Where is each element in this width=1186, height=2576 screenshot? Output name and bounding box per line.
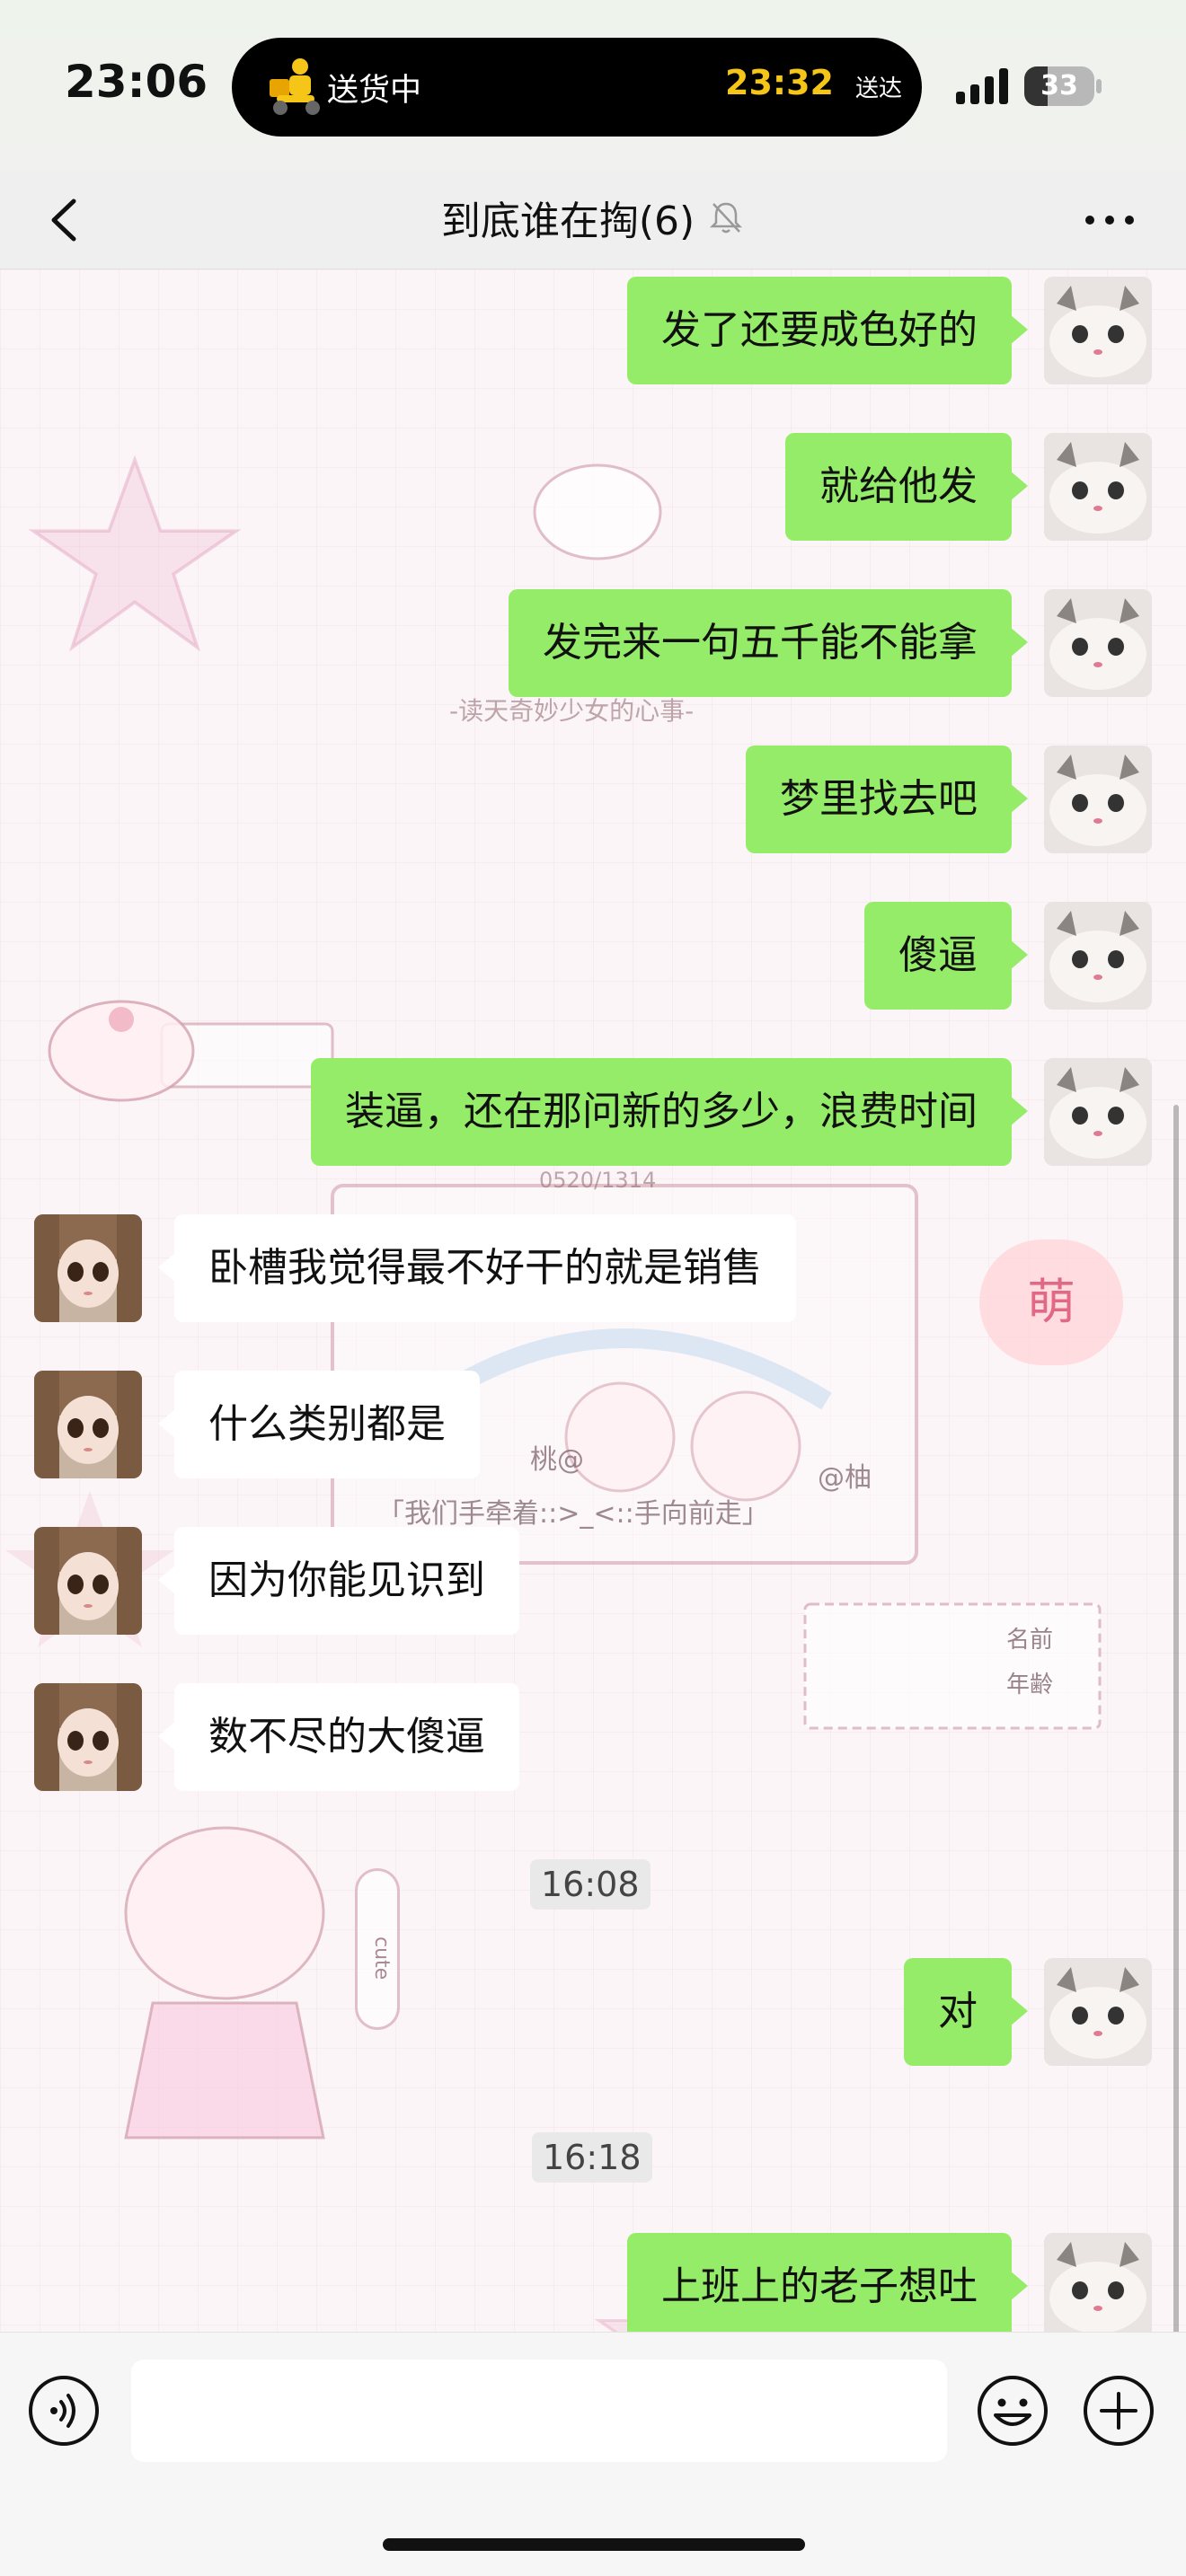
message-bubble-mine[interactable]: 傻逼	[864, 902, 1028, 1010]
chat-title: 到底谁在掏(6)	[440, 198, 695, 244]
star-decoration-icon	[28, 454, 242, 652]
contact-avatar[interactable]	[34, 1214, 142, 1322]
wallpaper-caption: 名前	[1006, 1627, 1054, 1654]
mute-bell-icon	[710, 202, 743, 234]
chat-scrollbar[interactable]	[1173, 1105, 1179, 2335]
my-avatar[interactable]	[1044, 1958, 1152, 2066]
plus-icon[interactable]	[1082, 2374, 1155, 2448]
message-bubble-mine[interactable]: 梦里找去吧	[746, 745, 1028, 853]
message-bubble-mine[interactable]: 就给他发	[785, 433, 1028, 541]
chat-header: 到底谁在掏(6)	[0, 171, 1186, 269]
home-indicator[interactable]	[383, 2538, 805, 2551]
delivery-live-activity[interactable]: 送货中 23:32 送达	[232, 38, 922, 137]
my-avatar[interactable]	[1044, 1058, 1152, 1166]
signal-icon	[956, 68, 1008, 104]
contact-avatar[interactable]	[34, 1371, 142, 1478]
message-timestamp: 16:08	[530, 1859, 651, 1910]
name-tag-sticker-icon	[803, 1602, 1102, 1730]
message-input[interactable]	[131, 2360, 947, 2462]
wallpaper-caption: 年齢	[1006, 1672, 1054, 1698]
message-bubble-mine[interactable]: 发完来一句五千能不能拿	[509, 589, 1028, 697]
delivery-eta-label: 送达	[854, 75, 902, 102]
my-avatar[interactable]	[1044, 277, 1152, 384]
wallpaper-caption: -读天奇妙少女的心事-	[449, 696, 695, 726]
contact-avatar[interactable]	[34, 1527, 142, 1635]
wallpaper-caption: 0520/1314	[539, 1168, 657, 1193]
message-bubble-contact[interactable]: 因为你能见识到	[158, 1527, 519, 1635]
heart-sticker: 萌	[979, 1239, 1123, 1365]
contact-avatar[interactable]	[34, 1683, 142, 1791]
voice-icon[interactable]	[27, 2374, 101, 2448]
message-bubble-mine[interactable]: 发了还要成色好的	[627, 277, 1028, 384]
emoji-icon[interactable]	[976, 2374, 1049, 2448]
my-avatar[interactable]	[1044, 745, 1152, 853]
wallpaper-caption: cute	[355, 1868, 400, 2030]
message-bubble-contact[interactable]: 什么类别都是	[158, 1371, 480, 1478]
battery-icon: 33	[1024, 66, 1102, 106]
bunny-sticker-icon	[533, 463, 662, 560]
message-bubble-contact[interactable]: 卧槽我觉得最不好干的就是销售	[158, 1214, 796, 1322]
more-dots-icon[interactable]	[1078, 190, 1141, 250]
wallpaper-caption: @柚	[818, 1462, 872, 1494]
status-bar: 23:06 送货中 23:32 送达 33	[0, 0, 1186, 171]
delivery-eta: 23:32	[725, 63, 834, 102]
my-avatar[interactable]	[1044, 589, 1152, 697]
wallpaper-caption: 「我们手牵着::>_<::手向前走」	[377, 1498, 769, 1530]
puppy-sticker-icon	[48, 1000, 334, 1102]
message-bubble-mine[interactable]: 对	[904, 1958, 1028, 2066]
battery-percent: 33	[1040, 70, 1078, 101]
my-avatar[interactable]	[1044, 433, 1152, 541]
delivery-status-label: 送货中	[327, 73, 422, 109]
message-bubble-mine[interactable]: 上班上的老子想吐	[627, 2233, 1028, 2332]
maid-puppy-sticker-icon	[124, 1826, 325, 2139]
wallpaper-caption: 桃@	[530, 1444, 584, 1476]
my-avatar[interactable]	[1044, 902, 1152, 1010]
message-bubble-contact[interactable]: 数不尽的大傻逼	[158, 1683, 519, 1791]
my-avatar[interactable]	[1044, 2233, 1152, 2332]
chat-title-area[interactable]: 到底谁在掏(6)	[0, 189, 1186, 246]
message-timestamp: 16:18	[532, 2132, 652, 2183]
status-time: 23:06	[65, 56, 208, 108]
delivery-rider-icon	[270, 58, 320, 115]
message-bubble-mine[interactable]: 装逼，还在那问新的多少，浪费时间	[311, 1058, 1028, 1166]
chat-message-area[interactable]: -读天奇妙少女的心事- 萌 桃@ @柚 「我们手牵着::>_<::手向前走」 名…	[0, 269, 1186, 2332]
